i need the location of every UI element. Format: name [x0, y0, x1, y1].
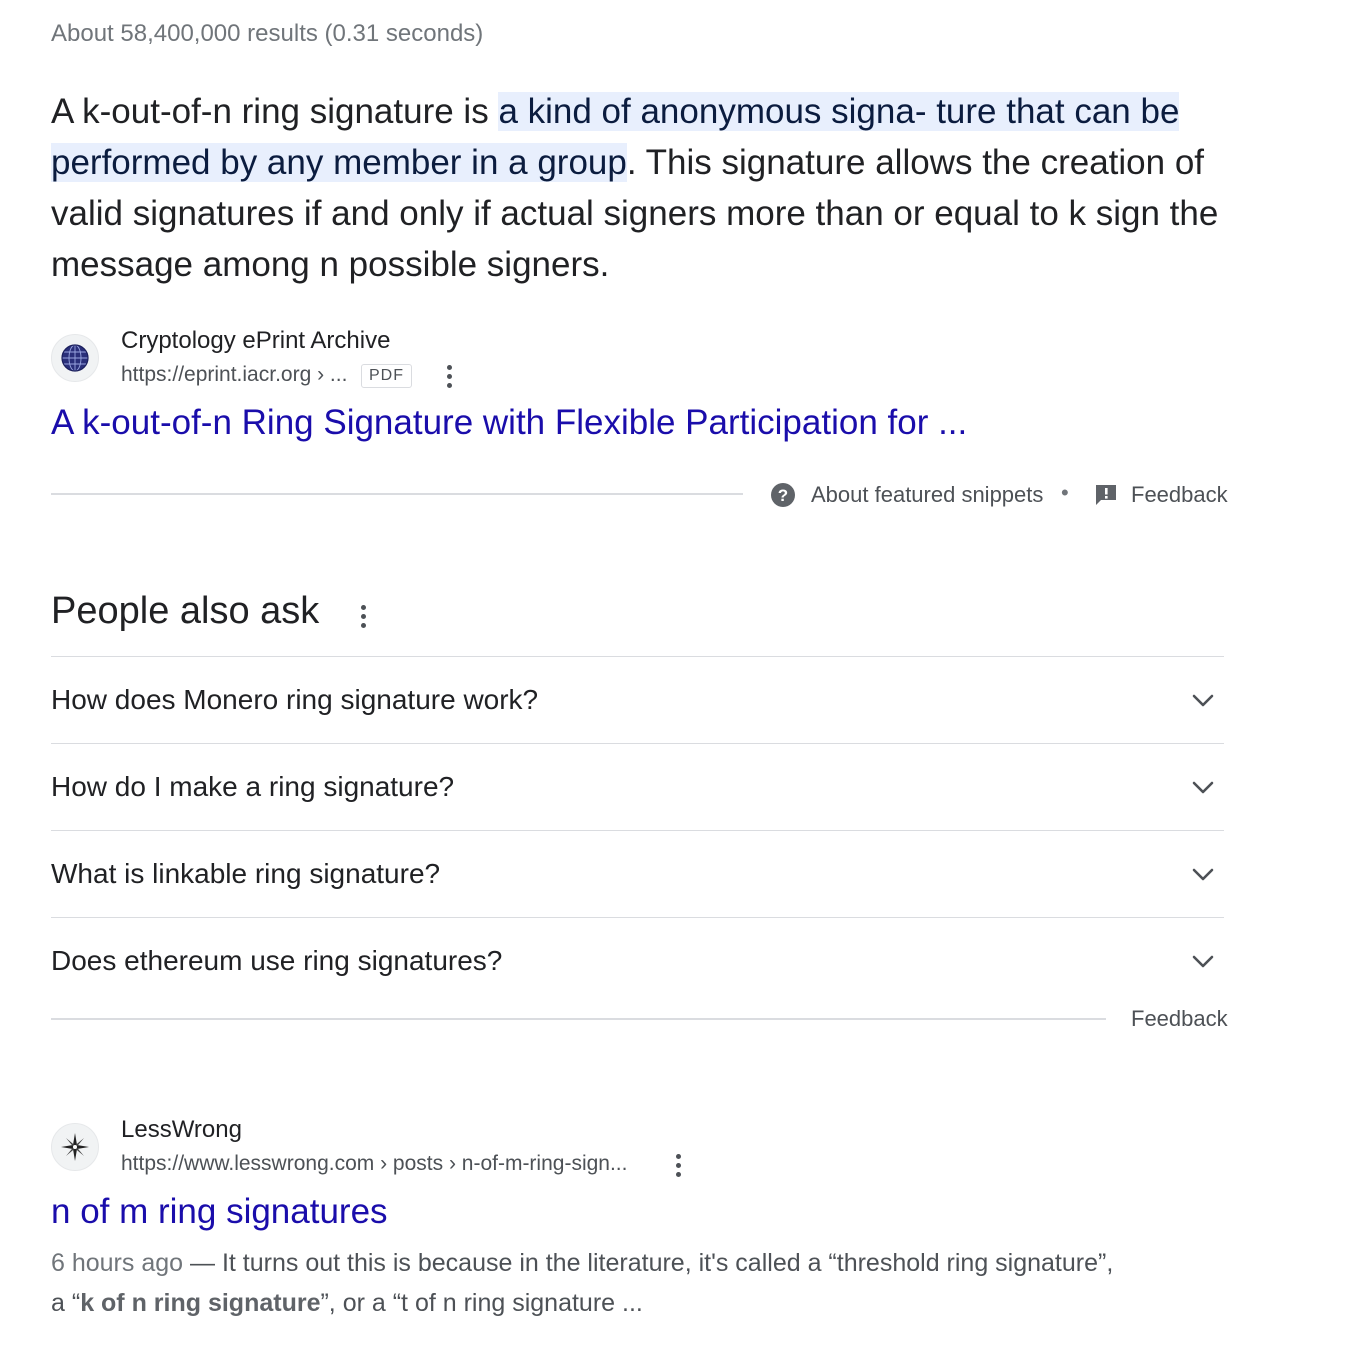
- result-date: 6 hours ago: [51, 1249, 184, 1277]
- people-also-ask-list: How does Monero ring signature work? How…: [51, 656, 1224, 1004]
- source-url[interactable]: https://eprint.iacr.org › ...: [121, 363, 347, 387]
- paa-question[interactable]: How does Monero ring signature work?: [51, 656, 1224, 743]
- result-stats: About 58,400,000 results (0.31 seconds): [51, 20, 484, 47]
- paa-question-text: How do I make a ring signature?: [51, 771, 455, 802]
- result-site-name: LessWrong: [121, 1116, 242, 1143]
- result-snippet-line-1: 6 hours ago — It turns out this is becau…: [51, 1243, 1151, 1283]
- result-snippet-text-2b: ”, or a “t of n ring signature ...: [320, 1289, 643, 1317]
- result-title-link[interactable]: n of m ring signatures: [51, 1192, 388, 1232]
- paa-feedback-link[interactable]: Feedback: [1131, 1006, 1228, 1032]
- chevron-down-icon: [1190, 948, 1216, 974]
- iacr-favicon-icon: [51, 334, 99, 382]
- paa-divider: [51, 1018, 1106, 1020]
- paa-question-text: Does ethereum use ring signatures?: [51, 945, 503, 976]
- paa-question-text: What is linkable ring signature?: [51, 858, 441, 889]
- help-circle-icon[interactable]: ?: [770, 482, 796, 508]
- featured-source-title-link[interactable]: A k-out-of-n Ring Signature with Flexibl…: [51, 403, 967, 443]
- snippet-text-before: A k-out-of-n ring signature is: [51, 92, 499, 131]
- chevron-down-icon: [1190, 774, 1216, 800]
- snippet-feedback-link[interactable]: Feedback: [1131, 482, 1228, 508]
- result-snippet-text-1: It turns out this is because in the lite…: [221, 1249, 1114, 1277]
- pdf-badge: PDF: [361, 364, 412, 388]
- feedback-icon[interactable]: [1094, 483, 1118, 507]
- paa-more-options-icon[interactable]: [353, 602, 373, 630]
- svg-text:?: ?: [778, 486, 788, 505]
- people-also-ask-heading: People also ask: [51, 590, 320, 632]
- result-more-options-icon[interactable]: [668, 1151, 688, 1179]
- paa-question[interactable]: How do I make a ring signature?: [51, 743, 1224, 830]
- chevron-down-icon: [1190, 861, 1216, 887]
- snippet-divider: [51, 493, 743, 495]
- chevron-down-icon: [1190, 687, 1216, 713]
- featured-snippet-text: A k-out-of-n ring signature is a kind of…: [51, 86, 1231, 290]
- paa-question[interactable]: What is linkable ring signature?: [51, 830, 1224, 917]
- lesswrong-favicon-icon: [51, 1123, 99, 1171]
- result-snippet: 6 hours ago — It turns out this is becau…: [51, 1243, 1151, 1323]
- paa-question-text: How does Monero ring signature work?: [51, 684, 539, 715]
- paa-question[interactable]: Does ethereum use ring signatures?: [51, 917, 1224, 1004]
- source-site-name: Cryptology ePrint Archive: [121, 327, 391, 354]
- source-more-options-icon[interactable]: [439, 362, 459, 390]
- footer-separator: •: [1061, 480, 1069, 505]
- result-snippet-text-2a: a “: [51, 1289, 81, 1317]
- result-url[interactable]: https://www.lesswrong.com › posts › n-of…: [121, 1152, 627, 1176]
- result-snippet-bold: k of n ring signature: [80, 1289, 321, 1317]
- about-featured-snippets-link[interactable]: About featured snippets: [811, 482, 1043, 508]
- result-snippet-line-2: a “k of n ring signature”, or a “t of n …: [51, 1283, 1151, 1323]
- result-dash: —: [183, 1249, 222, 1277]
